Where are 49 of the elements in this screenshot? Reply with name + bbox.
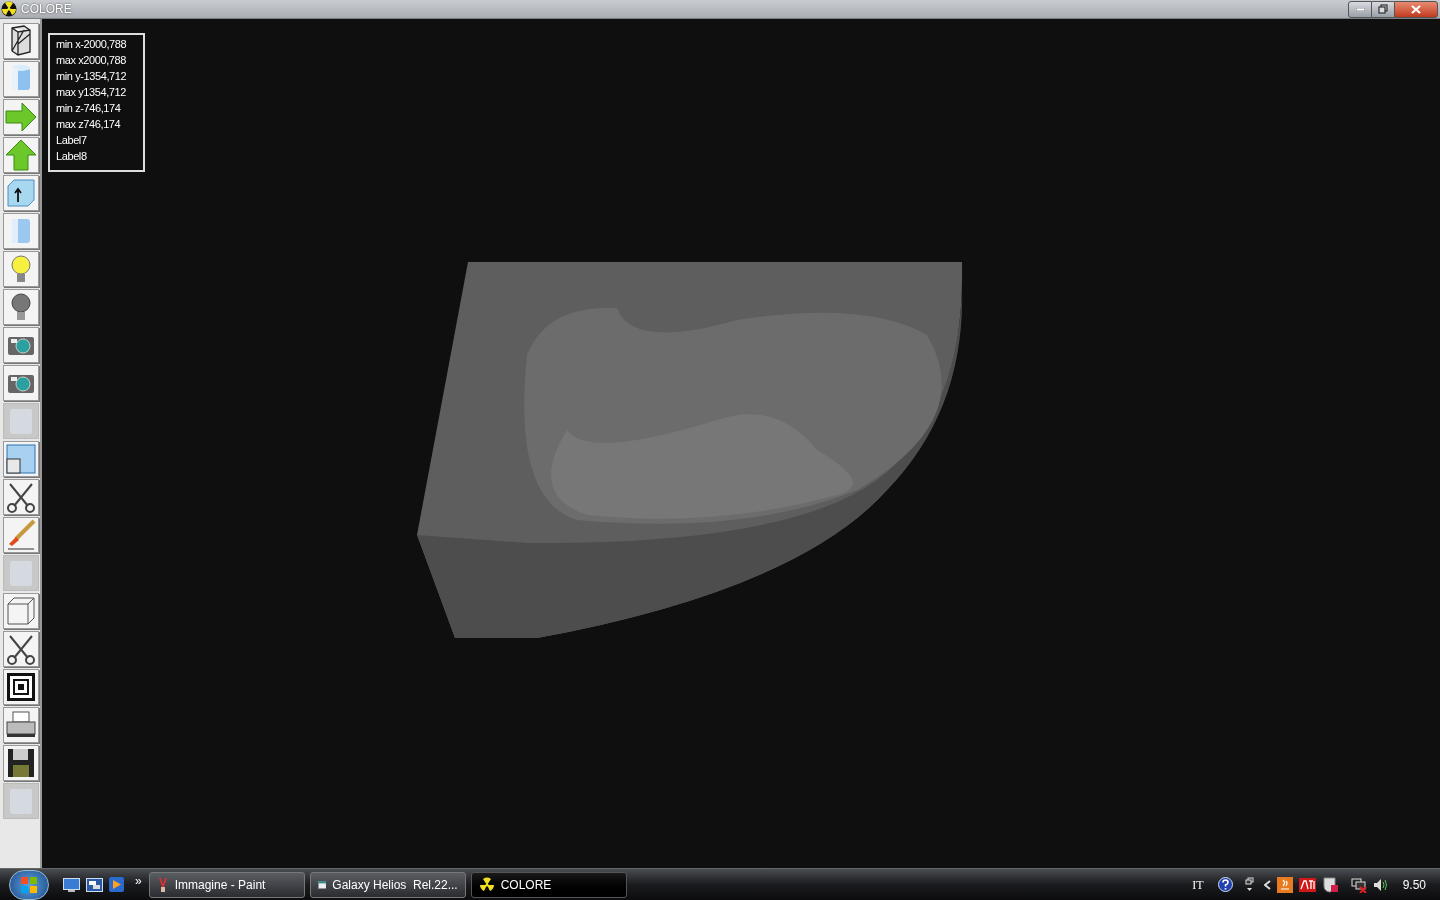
more-button[interactable]: » (135, 871, 142, 890)
info-label: max y1354,712 (56, 85, 128, 100)
shield-icon[interactable] (1321, 876, 1339, 893)
close-icon (1411, 4, 1421, 14)
toolbar-button[interactable] (3, 289, 39, 325)
toolbar-button[interactable] (3, 707, 39, 743)
info-label: Label8 (56, 149, 88, 164)
right-arrow-icon (4, 100, 38, 134)
toolbar-button[interactable] (3, 745, 39, 781)
toolbar-button[interactable] (3, 175, 39, 211)
restore-button[interactable] (1372, 0, 1394, 18)
info-label: min x-2000,788 (56, 37, 128, 52)
window-icon (317, 878, 327, 891)
toolbar-button[interactable] (3, 631, 39, 667)
restore-icon (1378, 4, 1388, 14)
taskbar-button[interactable]: COLORE (470, 871, 627, 898)
concentric-squares-icon (4, 670, 38, 704)
speaker-icon[interactable] (1372, 877, 1389, 892)
chevron-left-icon[interactable] (1263, 879, 1271, 890)
cube-icon (4, 594, 38, 628)
info-label: max z746,174 (56, 117, 122, 132)
windows-icon[interactable] (86, 877, 103, 892)
windows-logo-icon (20, 875, 38, 894)
minimize-button[interactable] (1348, 0, 1372, 18)
toolbar-button[interactable] (3, 479, 39, 515)
radiation-icon (1, 1, 17, 17)
window-squares-icon (4, 442, 38, 476)
toolbar-button[interactable] (3, 669, 39, 705)
window-title: COLORE (21, 1, 72, 18)
media-player-icon[interactable] (109, 877, 124, 892)
network-error-icon[interactable] (1350, 876, 1367, 893)
minimize-icon (1355, 7, 1365, 11)
radiation-icon (478, 876, 495, 893)
clock[interactable]: 9.50 (1402, 875, 1426, 894)
start-button[interactable] (9, 869, 49, 900)
taskbar-button[interactable]: Immagine - Paint (148, 871, 305, 898)
info-label: max x2000,788 (56, 53, 128, 68)
taskbar-button[interactable]: Galaxy Helios Rel.22... (309, 871, 466, 898)
info-label: min z-746,174 (56, 101, 122, 116)
box-arrow-icon (4, 176, 38, 210)
windows-icon[interactable] (1244, 876, 1254, 893)
info-label: min y-1354,712 (56, 69, 128, 84)
up-arrow-icon (4, 138, 38, 172)
language-indicator[interactable]: IT (1192, 875, 1204, 894)
help-icon[interactable] (1217, 877, 1233, 892)
info-label: Label7 (56, 133, 88, 148)
desktop-icon[interactable] (63, 877, 80, 892)
toolbar-button[interactable] (3, 23, 39, 59)
close-button[interactable] (1394, 0, 1438, 18)
